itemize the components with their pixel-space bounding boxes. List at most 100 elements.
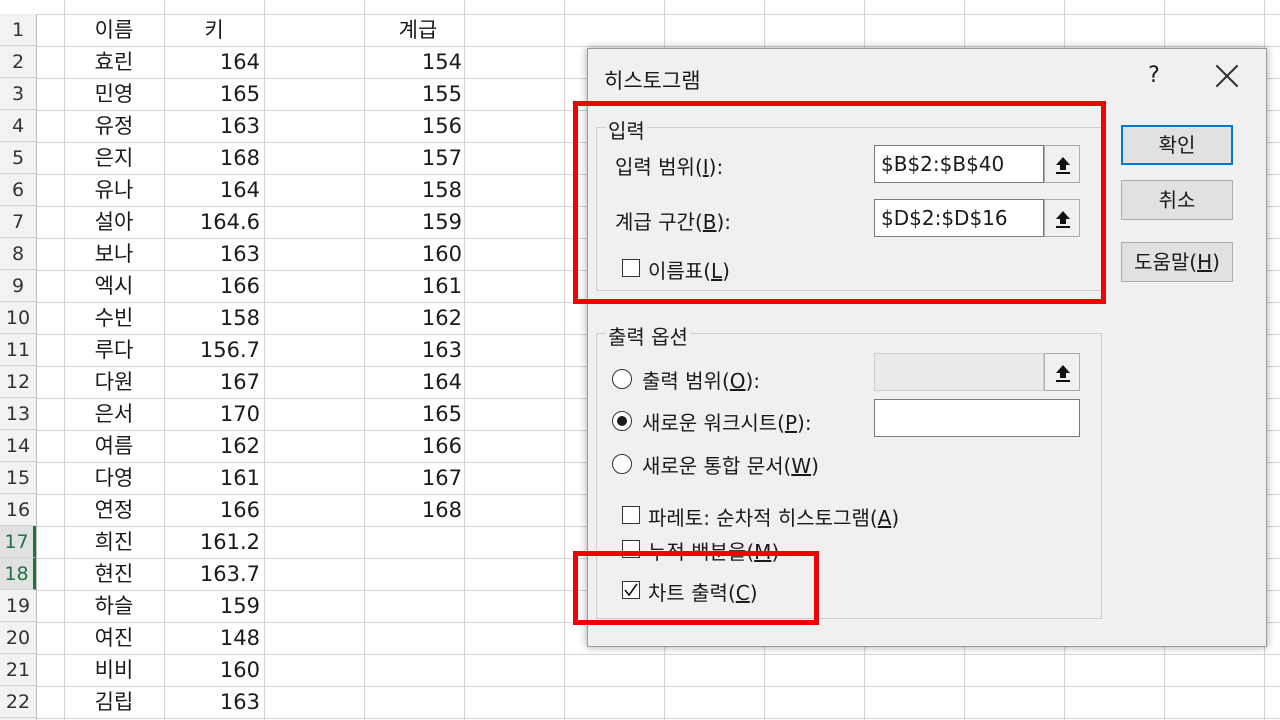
height-cell[interactable]: 164 xyxy=(164,46,260,78)
height-cell[interactable]: 166 xyxy=(164,494,260,526)
row-number[interactable]: 19 xyxy=(0,590,36,622)
new-worksheet-radio[interactable] xyxy=(612,411,632,431)
height-cell[interactable]: 160 xyxy=(164,654,260,686)
name-cell[interactable]: 김립 xyxy=(64,686,164,718)
bin-cell[interactable]: 165 xyxy=(368,398,462,430)
bin-cell[interactable]: 167 xyxy=(368,462,462,494)
name-cell[interactable]: 유정 xyxy=(64,110,164,142)
bin-cell[interactable]: 157 xyxy=(368,142,462,174)
height-cell[interactable]: 163.7 xyxy=(164,558,260,590)
row-number[interactable]: 17 xyxy=(0,526,36,558)
height-cell[interactable]: 163 xyxy=(164,238,260,270)
row-number[interactable]: 9 xyxy=(0,270,36,302)
height-cell[interactable]: 167 xyxy=(164,366,260,398)
help-button[interactable]: ? xyxy=(1140,63,1168,88)
height-cell[interactable]: 156.7 xyxy=(164,334,260,366)
height-cell[interactable]: 162 xyxy=(164,430,260,462)
output-range-collapse-button[interactable] xyxy=(1044,353,1080,391)
row-number[interactable]: 13 xyxy=(0,398,36,430)
name-cell[interactable]: 다원 xyxy=(64,366,164,398)
height-cell[interactable]: 170 xyxy=(164,398,260,430)
header-height[interactable]: 키 xyxy=(164,14,264,46)
close-icon[interactable] xyxy=(1210,59,1244,93)
height-cell[interactable]: 163 xyxy=(164,686,260,718)
row-number[interactable]: 18 xyxy=(0,558,36,590)
cancel-button[interactable]: 취소 xyxy=(1121,180,1233,220)
bin-cell[interactable]: 158 xyxy=(368,174,462,206)
header-name[interactable]: 이름 xyxy=(64,14,164,46)
row-number[interactable]: 10 xyxy=(0,302,36,334)
row-number[interactable]: 21 xyxy=(0,654,36,686)
new-workbook-radio[interactable] xyxy=(612,454,632,474)
header-bin[interactable]: 계급 xyxy=(368,14,468,46)
chart-output-checkbox[interactable] xyxy=(622,581,640,599)
row-number[interactable]: 8 xyxy=(0,238,36,270)
name-cell[interactable]: 여진 xyxy=(64,622,164,654)
bin-range-collapse-button[interactable] xyxy=(1044,199,1080,237)
name-cell[interactable]: 하슬 xyxy=(64,590,164,622)
height-cell[interactable]: 161.2 xyxy=(164,526,260,558)
name-cell[interactable]: 은지 xyxy=(64,142,164,174)
bin-cell[interactable]: 159 xyxy=(368,206,462,238)
row-number[interactable]: 15 xyxy=(0,462,36,494)
name-cell[interactable]: 현진 xyxy=(64,558,164,590)
row-number[interactable]: 22 xyxy=(0,686,36,718)
row-number[interactable]: 20 xyxy=(0,622,36,654)
new-worksheet-name-field[interactable] xyxy=(874,399,1080,437)
labels-checkbox[interactable] xyxy=(622,259,640,277)
pareto-checkbox[interactable] xyxy=(622,506,640,524)
name-cell[interactable]: 유나 xyxy=(64,174,164,206)
height-cell[interactable]: 158 xyxy=(164,302,260,334)
bin-cell[interactable]: 164 xyxy=(368,366,462,398)
height-cell[interactable]: 165 xyxy=(164,78,260,110)
row-number[interactable]: 11 xyxy=(0,334,36,366)
height-cell[interactable]: 168 xyxy=(164,142,260,174)
name-cell[interactable]: 은서 xyxy=(64,398,164,430)
cumulative-percent-checkbox[interactable] xyxy=(622,540,640,558)
bin-cell[interactable]: 156 xyxy=(368,110,462,142)
name-cell[interactable]: 수빈 xyxy=(64,302,164,334)
name-cell[interactable]: 보나 xyxy=(64,238,164,270)
bin-cell[interactable]: 166 xyxy=(368,430,462,462)
row-number[interactable]: 16 xyxy=(0,494,36,526)
bin-cell[interactable]: 163 xyxy=(368,334,462,366)
row-number[interactable]: 5 xyxy=(0,142,36,174)
bin-cell[interactable]: 168 xyxy=(368,494,462,526)
name-cell[interactable]: 희진 xyxy=(64,526,164,558)
name-cell[interactable]: 다영 xyxy=(64,462,164,494)
row-number[interactable]: 14 xyxy=(0,430,36,462)
input-range-collapse-button[interactable] xyxy=(1044,145,1080,183)
row-number[interactable]: 3 xyxy=(0,78,36,110)
name-cell[interactable]: 여름 xyxy=(64,430,164,462)
bin-range-field[interactable]: $D$2:$D$16 xyxy=(874,199,1044,237)
bin-cell[interactable]: 162 xyxy=(368,302,462,334)
height-cell[interactable]: 164 xyxy=(164,174,260,206)
height-cell[interactable]: 163 xyxy=(164,110,260,142)
name-cell[interactable]: 연정 xyxy=(64,494,164,526)
name-cell[interactable]: 비비 xyxy=(64,654,164,686)
bin-cell[interactable]: 161 xyxy=(368,270,462,302)
row-number[interactable]: 1 xyxy=(0,14,36,46)
bin-cell[interactable]: 154 xyxy=(368,46,462,78)
bin-cell[interactable]: 160 xyxy=(368,238,462,270)
output-range-radio[interactable] xyxy=(612,369,632,389)
height-cell[interactable]: 161 xyxy=(164,462,260,494)
height-cell[interactable]: 159 xyxy=(164,590,260,622)
row-number[interactable]: 6 xyxy=(0,174,36,206)
ok-button[interactable]: 확인 xyxy=(1121,125,1233,165)
row-number[interactable]: 2 xyxy=(0,46,36,78)
name-cell[interactable]: 엑시 xyxy=(64,270,164,302)
name-cell[interactable]: 설아 xyxy=(64,206,164,238)
help-dialog-button[interactable]: 도움말(H) xyxy=(1121,242,1233,282)
name-cell[interactable]: 민영 xyxy=(64,78,164,110)
input-range-field[interactable]: $B$2:$B$40 xyxy=(874,145,1044,183)
height-cell[interactable]: 164.6 xyxy=(164,206,260,238)
row-number[interactable]: 4 xyxy=(0,110,36,142)
height-cell[interactable]: 166 xyxy=(164,270,260,302)
name-cell[interactable]: 루다 xyxy=(64,334,164,366)
height-cell[interactable]: 148 xyxy=(164,622,260,654)
name-cell[interactable]: 효린 xyxy=(64,46,164,78)
row-number[interactable]: 7 xyxy=(0,206,36,238)
row-number[interactable]: 12 xyxy=(0,366,36,398)
bin-cell[interactable]: 155 xyxy=(368,78,462,110)
